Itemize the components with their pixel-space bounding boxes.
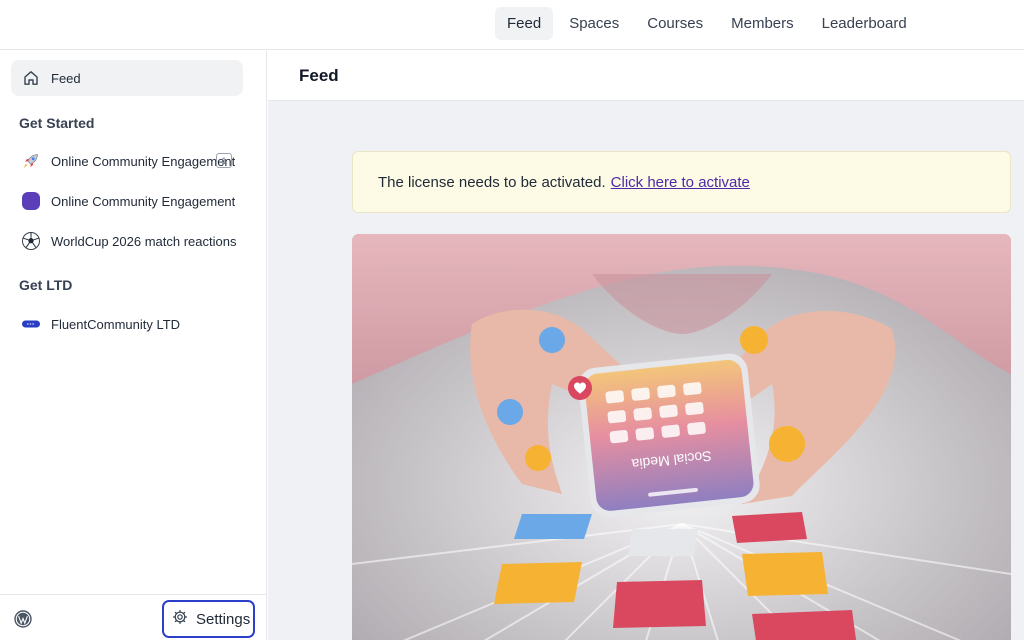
sidebar-item-label: WorldCup 2026 match reactions	[51, 233, 237, 249]
activate-license-link[interactable]: Click here to activate	[611, 174, 750, 191]
ticket-icon	[21, 314, 41, 334]
section-title-get-ltd: Get LTD	[19, 277, 73, 293]
sidebar-item-label: Online Community Engagement	[51, 193, 236, 209]
sidebar-item-label: Feed	[51, 70, 81, 86]
unread-count-badge: 1	[216, 153, 232, 168]
sidebar-item-community-engagement-2[interactable]: Online Community Engagement	[11, 185, 251, 217]
wordpress-icon[interactable]	[14, 610, 32, 628]
main-header: Feed	[268, 51, 1024, 101]
purple-square-icon	[21, 191, 41, 211]
top-navigation-bar: Feed Spaces Courses Members Leaderboard	[0, 0, 1024, 50]
gear-icon	[172, 609, 188, 630]
section-title-get-started: Get Started	[19, 115, 95, 131]
top-nav-tabs: Feed Spaces Courses Members Leaderboard	[495, 7, 919, 40]
tab-leaderboard[interactable]: Leaderboard	[810, 7, 919, 40]
license-notice: The license needs to be activated. Click…	[352, 151, 1011, 213]
sidebar-item-feed[interactable]: Feed	[11, 60, 243, 96]
main-content: Feed The license needs to be activated. …	[268, 51, 1024, 640]
sidebar-footer: Settings	[0, 594, 266, 640]
feed-hero-image[interactable]: Social Media	[352, 234, 1011, 640]
settings-button[interactable]: Settings	[162, 600, 255, 638]
license-notice-text: The license needs to be activated.	[378, 173, 606, 191]
sidebar-item-label: FluentCommunity LTD	[51, 316, 181, 332]
soccer-ball-icon	[21, 231, 41, 251]
settings-label: Settings	[196, 610, 251, 628]
rocket-icon	[21, 151, 41, 171]
sidebar-item-label: Online Community Engagement	[51, 153, 236, 169]
sidebar-item-fluentcommunity-ltd[interactable]: FluentCommunity LTD	[11, 308, 251, 340]
tab-members[interactable]: Members	[719, 7, 806, 40]
tab-courses[interactable]: Courses	[635, 7, 715, 40]
sidebar-item-worldcup[interactable]: WorldCup 2026 match reactions	[11, 225, 251, 257]
page-title: Feed	[299, 66, 339, 85]
sidebar-item-community-engagement-1[interactable]: Online Community Engagement 1	[11, 145, 251, 177]
social-media-illustration: Social Media	[352, 234, 1011, 640]
tab-spaces[interactable]: Spaces	[557, 7, 631, 40]
sidebar: Feed Get Started Online Community Engage…	[0, 51, 267, 640]
home-icon	[21, 68, 41, 88]
tab-feed[interactable]: Feed	[495, 7, 554, 40]
